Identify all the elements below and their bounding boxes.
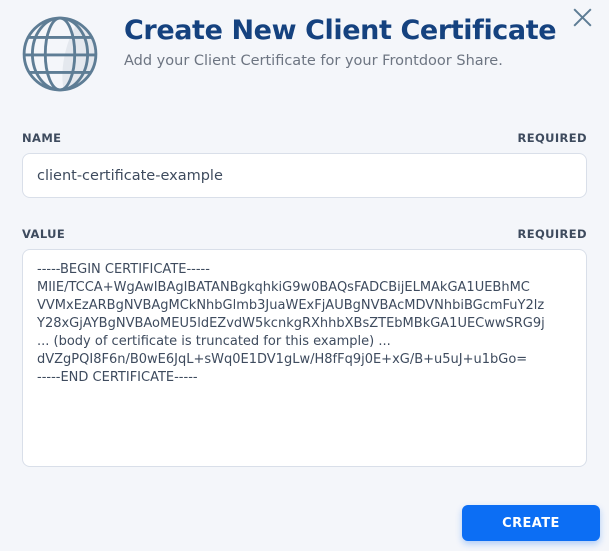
name-input[interactable] bbox=[22, 153, 587, 198]
value-label-row: VALUE REQUIRED bbox=[22, 227, 587, 241]
globe-icon bbox=[14, 8, 106, 104]
dialog-header: Create New Client Certificate Add your C… bbox=[22, 0, 592, 104]
page-title: Create New Client Certificate bbox=[124, 15, 557, 46]
value-textarea[interactable]: -----BEGIN CERTIFICATE----- MIIE/TCCA+Wg… bbox=[22, 249, 587, 467]
close-icon bbox=[570, 5, 595, 33]
create-button[interactable]: CREATE bbox=[462, 505, 600, 541]
name-label-row: NAME REQUIRED bbox=[22, 131, 587, 145]
header-text: Create New Client Certificate Add your C… bbox=[124, 15, 557, 69]
value-label: VALUE bbox=[22, 227, 66, 241]
create-client-certificate-dialog: Create New Client Certificate Add your C… bbox=[0, 0, 609, 551]
value-required-badge: REQUIRED bbox=[517, 227, 587, 241]
close-button[interactable] bbox=[565, 2, 599, 36]
name-required-badge: REQUIRED bbox=[517, 131, 587, 145]
page-subtitle: Add your Client Certificate for your Fro… bbox=[124, 52, 503, 69]
name-label: NAME bbox=[22, 131, 62, 145]
